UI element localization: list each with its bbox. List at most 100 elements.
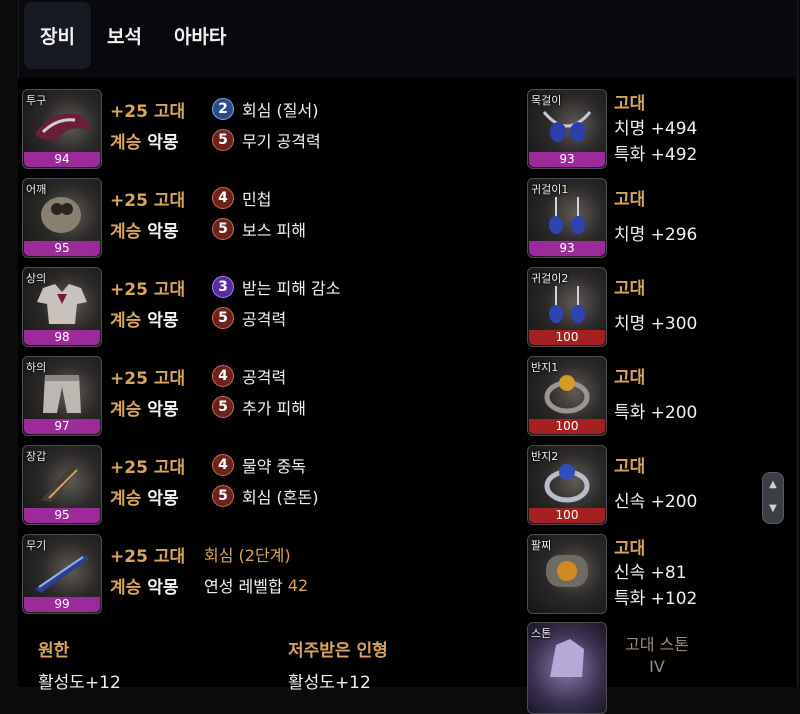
accessory-stat: 특화 +102 (614, 589, 698, 609)
helmet-icon (35, 113, 90, 141)
gear-slot-chest[interactable]: 상의 98 (22, 267, 102, 347)
stone-name: 고대 스톤 IV (625, 635, 689, 676)
card-label: 저주받은 인형 (288, 641, 388, 661)
slot-label: 하의 (26, 361, 47, 374)
helmet-thumbnail: 투구 94 (22, 89, 102, 169)
enhance-level: +25 고대 (110, 191, 186, 211)
earring-icon (549, 286, 585, 323)
effect-row: 4 물약 중독 (212, 453, 306, 477)
slot-label: 스톤 (531, 627, 552, 640)
slot-label: 반지2 (531, 450, 559, 463)
effect-level-badge: 5 (212, 307, 234, 329)
gloves-thumbnail: 장갑 95 (22, 445, 102, 525)
effect-name: 받는 피해 감소 (242, 279, 341, 298)
quality-bar: 93 (529, 152, 605, 167)
effect-level-badge: 5 (212, 485, 234, 507)
effect-row: 5 추가 피해 (212, 395, 306, 419)
chevron-up-icon[interactable]: ▲ (763, 479, 783, 490)
slot-label: 상의 (26, 272, 47, 285)
ring-icon (544, 464, 590, 503)
slot-label: 귀걸이2 (531, 272, 569, 285)
effect-row: 4 공격력 (212, 364, 286, 388)
stone-thumbnail: 스톤 (527, 622, 607, 714)
effect-name: 무기 공격력 (242, 132, 321, 151)
effect-row: 5 회심 (혼돈) (212, 484, 318, 508)
gear-slot-shoulder[interactable]: 어깨 95 (22, 178, 102, 258)
succession-line: 계승 악몽 (110, 489, 179, 509)
slot-label: 어깨 (26, 183, 47, 196)
effect-level-badge: 4 (212, 365, 234, 387)
earring-2-thumbnail: 귀걸이2 100 (527, 267, 607, 347)
succession-line: 계승 악몽 (110, 133, 179, 153)
slot-label: 목걸이 (531, 94, 562, 107)
gear-slot-helmet[interactable]: 투구 94 (22, 89, 102, 169)
chest-armor-icon (37, 284, 87, 324)
necklace-icon (542, 111, 592, 142)
quality-bar: 99 (24, 597, 100, 612)
slot-label: 귀걸이1 (531, 183, 569, 196)
accessory-slot-ring-1[interactable]: 반지1 100 (527, 356, 607, 436)
accessory-slot-bracelet[interactable]: 팔찌 (527, 534, 607, 614)
accessory-grade: 고대 (614, 368, 646, 388)
accessory-slot-earring-2[interactable]: 귀걸이2 100 (527, 267, 607, 347)
earring-icon (549, 197, 585, 234)
shoulder-icon (41, 197, 81, 233)
accessory-stat: 치명 +494 (614, 119, 698, 139)
chest-thumbnail: 상의 98 (22, 267, 102, 347)
quality-bar: 98 (24, 330, 100, 345)
quality-bar: 97 (24, 419, 100, 434)
card-activation: 활성도+12 (38, 673, 121, 693)
refine-level-sum: 연성 레벨합 42 (204, 575, 309, 597)
enhance-level: +25 고대 (110, 369, 186, 389)
tab-gems[interactable]: 보석 (91, 2, 158, 69)
tab-equipment[interactable]: 장비 (24, 1, 91, 69)
succession-line: 계승 악몽 (110, 311, 179, 331)
accessory-stat: 특화 +200 (614, 403, 698, 423)
effect-name: 추가 피해 (242, 399, 306, 418)
effect-row: 5 공격력 (212, 306, 286, 330)
tab-avatar[interactable]: 아바타 (158, 2, 242, 69)
slot-label: 무기 (26, 539, 47, 552)
enhance-level: +25 고대 (110, 458, 186, 478)
gear-slot-weapon[interactable]: 무기 99 (22, 534, 102, 614)
bracelet-thumbnail: 팔찌 (527, 534, 607, 614)
effect-name: 공격력 (242, 310, 287, 329)
shoulder-thumbnail: 어깨 95 (22, 178, 102, 258)
tab-bar: 장비 보석 아바타 (18, 0, 796, 70)
effect-level-badge: 5 (212, 218, 234, 240)
bracelet-icon (546, 555, 588, 587)
weapon-thumbnail: 무기 99 (22, 534, 102, 614)
effect-name: 회심 (혼돈) (242, 488, 319, 507)
accessory-grade: 고대 (614, 457, 646, 477)
effect-row: 5 보스 피해 (212, 217, 306, 241)
pants-thumbnail: 하의 97 (22, 356, 102, 436)
effect-name: 민첩 (242, 190, 272, 209)
chevron-down-icon[interactable]: ▼ (763, 503, 783, 514)
enhance-level: +25 고대 (110, 547, 186, 567)
accessory-slot-earring-1[interactable]: 귀걸이1 93 (527, 178, 607, 258)
accessory-slot-ring-2[interactable]: 반지2 100 (527, 445, 607, 525)
accessory-grade: 고대 (614, 279, 646, 299)
succession-line: 계승 악몽 (110, 578, 179, 598)
effect-row: 2 회심 (질서) (212, 97, 318, 121)
effect-name: 회심 (질서) (242, 101, 319, 120)
effect-level-badge: 5 (212, 129, 234, 151)
accessory-slot-necklace[interactable]: 목걸이 93 (527, 89, 607, 169)
accessory-grade: 고대 (614, 94, 646, 114)
gear-slot-gloves[interactable]: 장갑 95 (22, 445, 102, 525)
succession-line: 계승 악몽 (110, 400, 179, 420)
gear-slot-pants[interactable]: 하의 97 (22, 356, 102, 436)
ability-stone-slot[interactable]: 스톤 (527, 622, 607, 714)
quality-bar: 100 (529, 330, 605, 345)
gloves-icon (41, 466, 79, 502)
scroll-handle[interactable]: ▲ ▼ (762, 472, 784, 524)
slot-label: 투구 (26, 94, 47, 107)
effect-level-badge: 4 (212, 187, 234, 209)
stone-icon (550, 639, 584, 677)
slot-label: 반지1 (531, 361, 559, 374)
necklace-thumbnail: 목걸이 93 (527, 89, 607, 169)
enhance-level: +25 고대 (110, 280, 186, 300)
enhance-level: +25 고대 (110, 102, 186, 122)
ring-icon (544, 375, 590, 414)
quality-bar: 95 (24, 241, 100, 256)
